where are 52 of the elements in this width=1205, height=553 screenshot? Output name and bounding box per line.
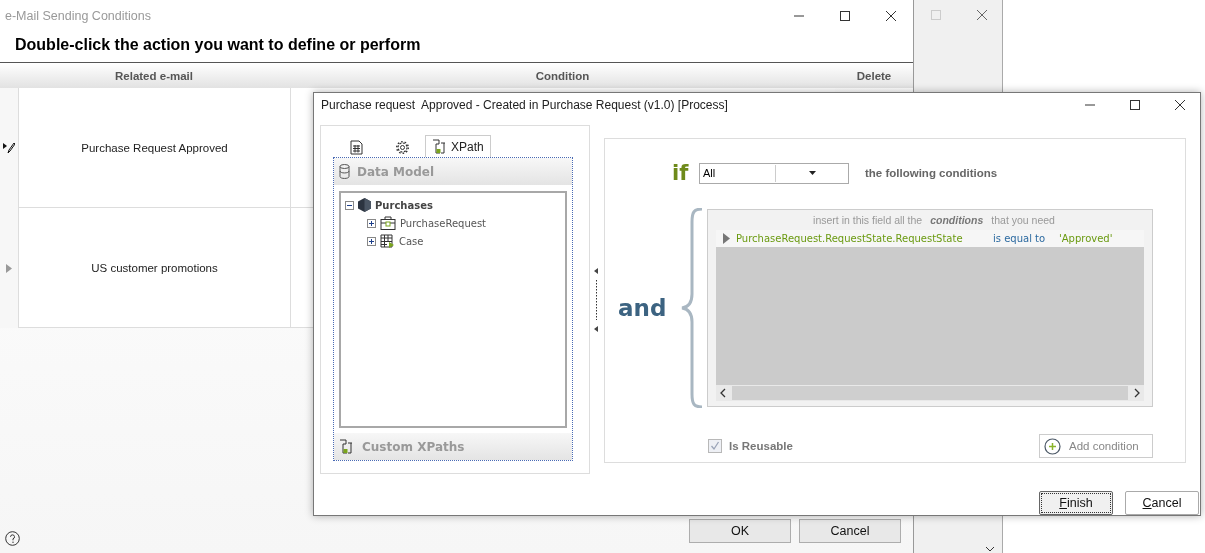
help-icon[interactable] [5,531,20,546]
horizontal-scrollbar[interactable] [716,385,1144,401]
close-icon[interactable] [885,10,897,22]
window-title: e-Mail Sending Conditions [4,9,152,23]
hint-text: insert in this field all the conditions that you need [812,213,1056,228]
table-cell: Purchase Request Approved [18,88,290,208]
row-pointer-icon [722,233,730,244]
condition-operator: is equal to [993,233,1047,244]
column-header: Related e-mail [114,68,194,84]
quantifier-dropdown[interactable]: All [699,162,849,184]
tree-item[interactable]: Case [399,235,424,247]
maximize-icon[interactable] [1129,99,1141,111]
dialog-button[interactable]: OK [689,519,791,543]
window-title: Purchase request Approved - Created in Purchase Request (v1.0) [Process] [320,98,729,112]
chevron-icon [985,546,995,553]
maximize-icon[interactable] [839,10,851,22]
close-icon[interactable] [1174,99,1186,111]
expand-icon[interactable] [367,236,376,246]
panel-title: Custom XPaths [362,439,465,454]
row-pointer-icon [6,263,12,273]
collapse-icon[interactable] [345,200,354,210]
column-header: Delete [855,68,893,84]
panel-title: Data Model [357,164,435,179]
tab[interactable]: XPath [425,135,491,157]
reusable-checkbox[interactable]: Is Reusable [708,439,793,453]
xpath-icon [432,139,448,154]
and-label: and [617,295,668,321]
dialog-button[interactable]: Cancel [1125,491,1199,515]
form-icon [349,139,363,155]
dialog-button[interactable]: Cancel [799,519,901,543]
table-icon [380,234,395,248]
column-header: Condition [534,68,591,84]
gear-icon [394,139,410,155]
xpath-icon [339,439,355,454]
condition-value: 'Approved' [1059,233,1113,244]
expand-icon[interactable] [367,218,376,228]
pencil-icon [3,142,15,154]
checkmark-icon [710,441,720,451]
dialog-button[interactable]: Finish [1039,491,1113,515]
condition-label: the following conditions [865,167,998,179]
if-label: if [672,162,690,184]
table-cell: US customer promotions [18,208,290,328]
tree-item[interactable]: Purchases [375,199,433,211]
condition-field: PurchaseRequest.RequestState.RequestState [736,233,993,244]
add-condition-button[interactable]: Add condition [1039,434,1153,458]
dropdown-arrow-icon [808,171,816,175]
splitter-handle[interactable] [594,267,600,332]
tree-item[interactable]: PurchaseRequest [400,217,487,229]
briefcase-icon [380,216,396,230]
database-icon [339,164,350,179]
cube-icon [358,198,371,212]
plus-icon [1044,437,1061,455]
